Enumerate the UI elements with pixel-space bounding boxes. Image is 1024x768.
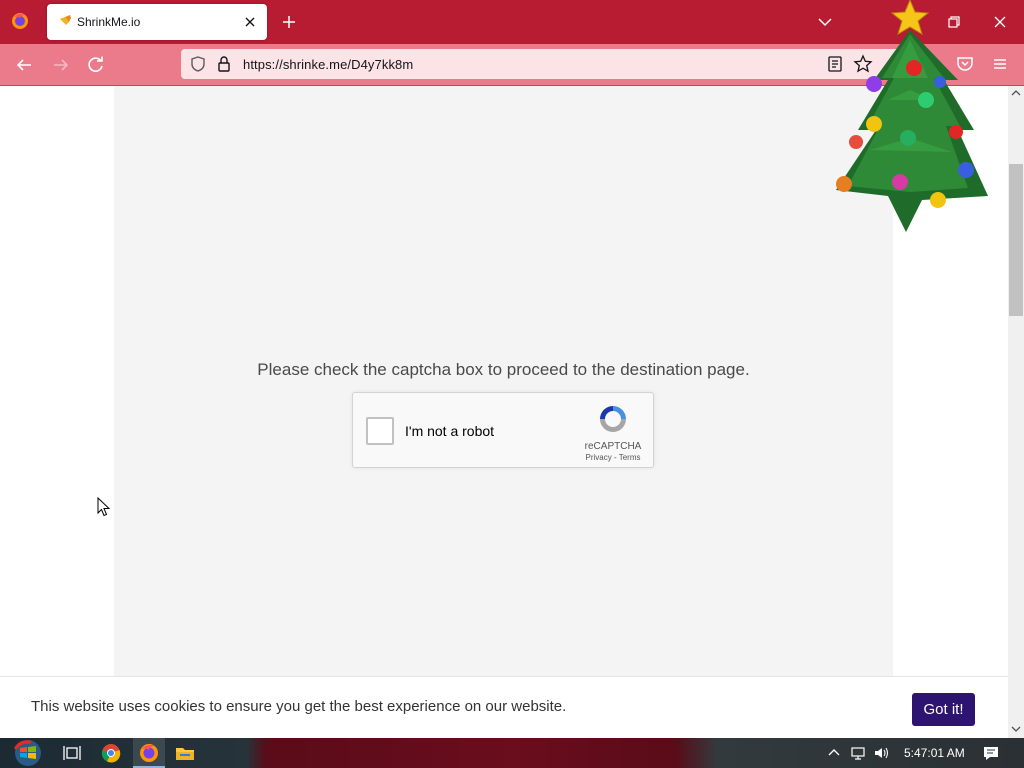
reload-icon[interactable] [85,54,107,76]
forward-arrow-icon[interactable] [50,54,72,76]
tracking-protection-shield-icon[interactable] [189,55,207,73]
recaptcha-checkbox[interactable] [366,417,394,445]
cookie-consent-bar: This website uses cookies to ensure you … [0,676,1008,738]
cookie-message: This website uses cookies to ensure you … [31,698,567,715]
chevron-up-icon[interactable] [826,745,842,761]
recaptcha-links: Privacy - Terms [575,453,651,462]
back-arrow-icon[interactable] [13,54,35,76]
notification-center-icon[interactable] [982,744,1000,762]
lock-icon[interactable] [216,55,232,73]
close-tab-icon[interactable] [241,13,259,31]
new-tab-icon[interactable] [279,12,299,32]
file-explorer-icon[interactable] [174,742,196,764]
recaptcha-terms-link[interactable]: Terms [619,453,641,462]
windows-taskbar: 5:47:01 AM [0,738,1024,768]
scroll-up-arrow-icon[interactable] [1011,88,1021,98]
mouse-pointer-icon [97,497,111,517]
recaptcha-privacy-link[interactable]: Privacy [586,453,612,462]
start-icon[interactable] [10,738,46,768]
task-view-icon[interactable] [61,742,83,764]
recaptcha-link-separator: - [611,453,619,462]
volume-icon[interactable] [873,745,889,761]
recaptcha-logo-icon [600,406,626,432]
scroll-down-arrow-icon[interactable] [1011,724,1021,734]
network-icon[interactable] [850,745,866,761]
tab-shrinkme[interactable]: ShrinkMe.io [47,4,267,40]
scroll-thumb[interactable] [1009,164,1023,316]
page-scrollbar[interactable] [1008,86,1024,738]
address-bar[interactable]: https://shrinke.me/D4y7kk8m [181,49,901,79]
taskbar-clock[interactable]: 5:47:01 AM [904,746,965,760]
firefox-menu-icon[interactable] [10,11,30,31]
recaptcha-label: I'm not a robot [405,423,495,439]
christmas-tree-decoration [836,0,988,232]
cookie-accept-button[interactable]: Got it! [912,693,975,726]
captcha-instruction: Please check the captcha box to proceed … [257,360,750,379]
url-text: https://shrinke.me/D4y7kk8m [243,57,414,72]
hand-pointer-icon [60,15,71,25]
star-topper [890,0,930,36]
recaptcha-widget: I'm not a robot reCAPTCHA Privacy - Term… [352,392,654,468]
firefox-icon[interactable] [138,742,160,764]
content-column: Please check the captcha box to proceed … [114,86,893,738]
recaptcha-brand: reCAPTCHA [584,441,642,452]
chrome-icon[interactable] [100,742,122,764]
tab-title: ShrinkMe.io [77,15,141,29]
